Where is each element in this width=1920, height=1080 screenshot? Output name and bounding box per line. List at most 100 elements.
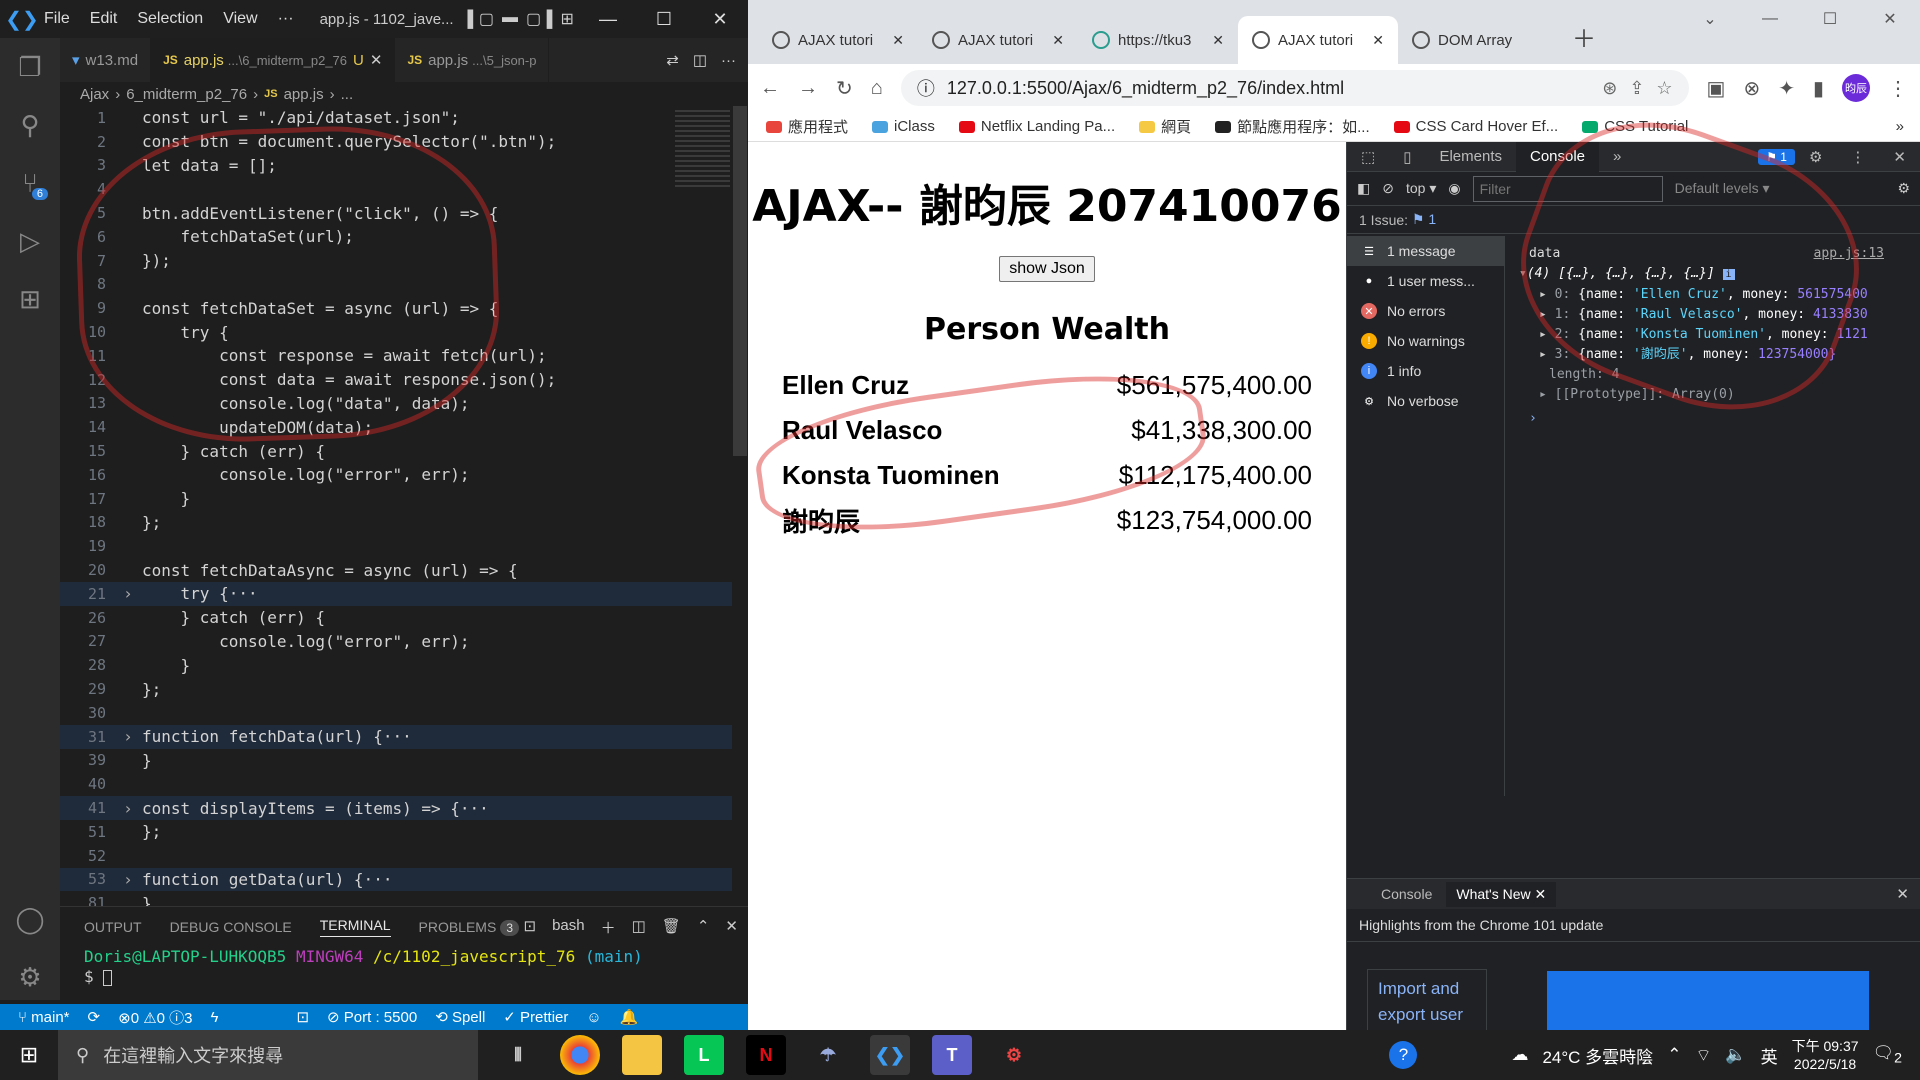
console-sidebar-item[interactable]: ! No warnings: [1347, 326, 1504, 356]
code-line[interactable]: 28 }: [60, 653, 732, 677]
menu-file[interactable]: File: [44, 10, 70, 28]
browser-tab[interactable]: https://tku3 ✕: [1078, 16, 1238, 64]
fold-chevron-icon[interactable]: ›: [114, 727, 142, 746]
code-line[interactable]: 4: [60, 177, 732, 201]
new-tab-icon[interactable]: ＋: [1558, 19, 1610, 64]
trash-icon[interactable]: 🗑: [662, 917, 681, 938]
netflix-app-icon[interactable]: N: [746, 1035, 786, 1075]
split-terminal-icon[interactable]: ◫: [632, 917, 646, 938]
tab-close-icon[interactable]: ✕: [1212, 32, 1224, 49]
weather-icon[interactable]: ☁: [1511, 1045, 1528, 1065]
tab-search-icon[interactable]: ⌄: [1680, 0, 1740, 38]
whats-new-card-link[interactable]: Import and export user: [1367, 969, 1487, 1035]
maximize-icon[interactable]: ☐: [636, 0, 692, 38]
chrome-menu-icon[interactable]: ⋮: [1888, 76, 1908, 101]
browser-tab[interactable]: AJAX tutori ✕: [918, 16, 1078, 64]
browser-tab-active[interactable]: AJAX tutori ✕: [1238, 16, 1398, 64]
code-line[interactable]: 16 console.log("error", err);: [60, 463, 732, 487]
tab-app-js-active[interactable]: JS app.js ...\6_midterm_p2_76 U ✕: [151, 38, 396, 82]
bookmark-item[interactable]: CSS Card Hover Ef...: [1393, 118, 1558, 135]
address-bar[interactable]: ⓘ 127.0.0.1:5500/Ajax/6_midterm_p2_76/in…: [900, 70, 1689, 106]
issues-badge[interactable]: ⚑ 1: [1758, 148, 1795, 165]
file-explorer-icon[interactable]: [622, 1035, 662, 1075]
code-line[interactable]: 41 › const displayItems = (items) => {···: [60, 796, 732, 820]
code-line[interactable]: 2 const btn = document.querySelector(".bt…: [60, 130, 732, 154]
drawer-tab-console[interactable]: Console: [1371, 882, 1442, 906]
split-editor-icon[interactable]: ◫: [693, 51, 707, 69]
code-line[interactable]: 31 › function fetchData(url) {···: [60, 724, 732, 749]
array-item[interactable]: ▸ 3: {name: '謝昀辰', money: 123754000}: [1539, 345, 1910, 365]
live-expression-icon[interactable]: ◉: [1448, 180, 1460, 197]
profile-avatar[interactable]: 昀辰: [1842, 74, 1870, 102]
console-sidebar-item[interactable]: ☰ 1 message: [1347, 236, 1504, 266]
code-line[interactable]: 6 fetchDataSet(url);: [60, 225, 732, 249]
drawer-close-icon[interactable]: ✕: [1896, 885, 1920, 903]
clock[interactable]: 下午 09:37 2022/5/18: [1792, 1037, 1859, 1073]
code-line[interactable]: 51};: [60, 820, 732, 844]
terminal-output[interactable]: Doris@LAPTOP-LUHKOQB5 MINGW64 /c/1102_ja…: [60, 947, 748, 987]
spell-check[interactable]: ⟲ Spell: [435, 1008, 485, 1026]
maximize-icon[interactable]: ☐: [1800, 0, 1860, 38]
remote-icon[interactable]: ⊡: [296, 1008, 309, 1026]
code-line[interactable]: 26 } catch (err) {: [60, 606, 732, 630]
site-info-icon[interactable]: ⓘ: [917, 75, 935, 101]
chrome-app-icon[interactable]: [560, 1035, 600, 1075]
side-panel-icon[interactable]: ▮: [1813, 76, 1824, 101]
bookmarks-overflow-icon[interactable]: »: [1896, 118, 1920, 135]
tab-terminal[interactable]: TERMINAL: [319, 917, 391, 937]
translate-icon[interactable]: ⊛: [1602, 78, 1617, 99]
code-line[interactable]: 1 const url = "./api/dataset.json";: [60, 106, 732, 130]
drawer-tab-whats-new[interactable]: What's New ✕: [1446, 881, 1557, 907]
tab-debug-console[interactable]: DEBUG CONSOLE: [170, 919, 292, 935]
code-line[interactable]: 14 updateDOM(data);: [60, 415, 732, 439]
toggle-sidebar-icon[interactable]: ▌▢: [468, 9, 494, 29]
settings-gear-icon[interactable]: ⚙: [0, 948, 60, 1006]
log-levels-select[interactable]: Default levels ▾: [1675, 180, 1770, 197]
breadcrumb-item[interactable]: 6_midterm_p2_76: [126, 86, 247, 103]
code-line[interactable]: 52: [60, 844, 732, 868]
customize-layout-icon[interactable]: ⊞: [560, 9, 573, 29]
context-select[interactable]: top ▾: [1406, 180, 1436, 197]
sidebar-toggle-icon[interactable]: ◧: [1357, 180, 1370, 197]
console-sidebar-item[interactable]: ● 1 user mess...: [1347, 266, 1504, 296]
tab-w13-md[interactable]: ▾ w13.md: [60, 38, 152, 82]
task-view-icon[interactable]: ⫴: [498, 1035, 538, 1075]
maximize-panel-icon[interactable]: ⌃: [697, 917, 710, 938]
pinned-app-icon[interactable]: ⚙: [994, 1035, 1034, 1075]
code-line[interactable]: 20 const fetchDataAsync = async (url) => …: [60, 558, 732, 582]
toggle-secondary-icon[interactable]: ▢▐: [526, 9, 552, 29]
minimap[interactable]: [675, 110, 730, 190]
extension-icon[interactable]: ▣: [1707, 76, 1726, 101]
code-line[interactable]: 17 }: [60, 487, 732, 511]
code-line[interactable]: 8: [60, 273, 732, 297]
code-line[interactable]: 39}: [60, 749, 732, 773]
tab-console[interactable]: Console: [1515, 141, 1600, 172]
tab-app-js[interactable]: JS app.js ...\5_json-p: [395, 38, 550, 82]
array-item[interactable]: ▸ 2: {name: 'Konsta Tuominen', money: 11…: [1539, 325, 1910, 345]
array-summary[interactable]: (4) [{…}, {…}, {…}, {…}]: [1527, 266, 1715, 281]
bookmark-item[interactable]: CSS Tutorial: [1582, 118, 1688, 135]
code-line[interactable]: 10 try {: [60, 320, 732, 344]
bookmark-star-icon[interactable]: ☆: [1656, 78, 1672, 99]
close-panel-icon[interactable]: ✕: [725, 917, 738, 938]
browser-tab[interactable]: AJAX tutori ✕: [758, 16, 918, 64]
search-icon[interactable]: ⚲: [0, 96, 60, 154]
network-icon[interactable]: ⌔: [1695, 1045, 1711, 1066]
vscode-app-icon[interactable]: ❮❯: [870, 1035, 910, 1075]
menu-selection[interactable]: Selection: [137, 10, 203, 28]
home-icon[interactable]: ⌂: [871, 77, 883, 100]
notifications-icon[interactable]: 🔔: [620, 1008, 639, 1026]
close-icon[interactable]: ✕: [1860, 0, 1920, 38]
puzzle-extensions-icon[interactable]: ✦: [1778, 76, 1795, 101]
bookmark-item[interactable]: 網頁: [1139, 116, 1191, 137]
console-filter-input[interactable]: [1472, 175, 1663, 202]
browser-tab[interactable]: DOM Array: [1398, 16, 1558, 64]
console-sidebar-item[interactable]: i 1 info: [1347, 356, 1504, 386]
feedback-icon[interactable]: ☺: [586, 1009, 601, 1026]
tab-output[interactable]: OUTPUT: [84, 919, 142, 935]
help-icon[interactable]: ?: [1389, 1041, 1418, 1069]
array-item[interactable]: ▸ 0: {name: 'Ellen Cruz', money: 5615754…: [1539, 285, 1910, 305]
breadcrumb-item[interactable]: ...: [341, 86, 354, 103]
array-prototype[interactable]: ▸ [[Prototype]]: Array(0): [1539, 385, 1910, 405]
console-prompt-icon[interactable]: ›: [1529, 409, 1910, 429]
